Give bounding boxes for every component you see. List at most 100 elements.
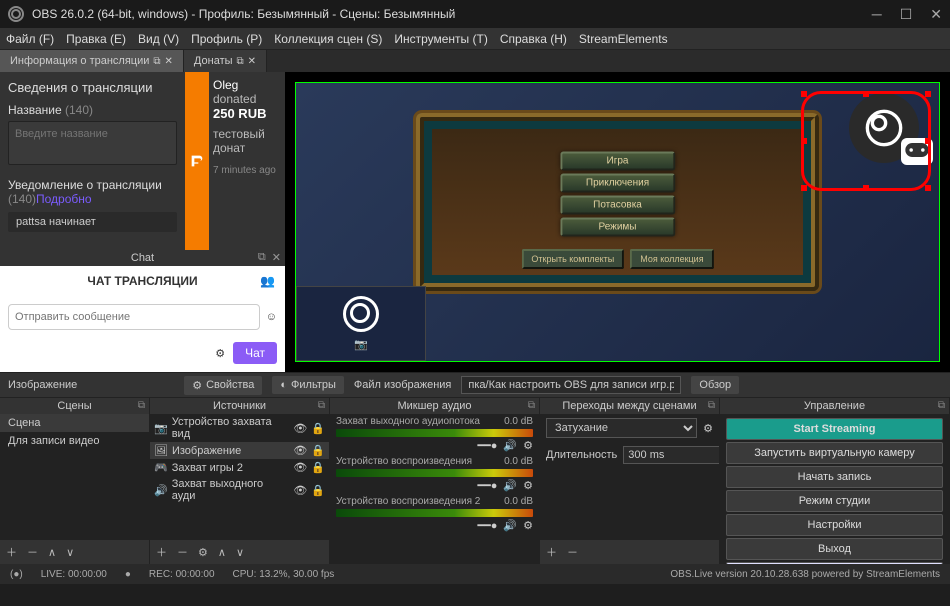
volume-slider[interactable]: ━━● bbox=[478, 439, 498, 452]
browse-button[interactable]: Обзор bbox=[691, 376, 739, 394]
source-up-button[interactable]: ∧ bbox=[218, 546, 226, 559]
add-transition-button[interactable]: ＋ bbox=[546, 544, 557, 560]
version-label: OBS.Live version 20.10.28.638 powered by… bbox=[670, 569, 940, 580]
lock-toggle[interactable]: 🔒 bbox=[311, 422, 325, 435]
settings-button[interactable]: Настройки bbox=[726, 514, 943, 536]
go-live-alert: pattsa начинает bbox=[8, 212, 177, 232]
source-item[interactable]: Захват выходного ауди bbox=[172, 478, 290, 502]
minimize-button[interactable]: ─ bbox=[872, 6, 882, 23]
status-bar: (●) LIVE: 00:00:00 ● REC: 00:00:00 CPU: … bbox=[0, 564, 950, 584]
menu-view[interactable]: Вид (V) bbox=[138, 32, 179, 46]
mute-button[interactable]: 🔊 bbox=[503, 479, 517, 492]
scene-item[interactable]: Для записи видео bbox=[0, 432, 149, 450]
menu-scene-collection[interactable]: Коллекция сцен (S) bbox=[274, 32, 382, 46]
source-props-button[interactable]: ⚙ bbox=[198, 546, 208, 559]
add-source-button[interactable]: ＋ bbox=[156, 544, 167, 560]
scene-up-button[interactable]: ∧ bbox=[48, 546, 56, 559]
close-button[interactable]: ✕ bbox=[930, 6, 942, 23]
scene-item[interactable]: Сцена bbox=[0, 414, 149, 432]
source-item[interactable]: Устройство захвата вид bbox=[172, 416, 290, 440]
menu-help[interactable]: Справка (H) bbox=[500, 32, 567, 46]
remove-source-button[interactable]: － bbox=[177, 544, 188, 560]
chat-dock-header[interactable]: Chat⧉✕ bbox=[0, 250, 285, 266]
transition-select[interactable]: Затухание bbox=[546, 418, 697, 438]
start-streaming-button[interactable]: Start Streaming bbox=[726, 418, 943, 440]
mixer-header[interactable]: Микшер аудио⧉ bbox=[330, 398, 539, 414]
menu-bar: Файл (F) Правка (E) Вид (V) Профиль (P) … bbox=[0, 28, 950, 50]
controls-header[interactable]: Управление⧉ bbox=[720, 398, 949, 414]
tab-donations[interactable]: Донаты⧉✕ bbox=[184, 50, 267, 72]
popout-icon[interactable]: ⧉ bbox=[318, 400, 325, 411]
popout-icon[interactable]: ⧉ bbox=[708, 400, 715, 411]
sources-header[interactable]: Источники⧉ bbox=[150, 398, 329, 414]
mixer-settings-button[interactable]: ⚙ bbox=[523, 519, 533, 532]
hs-collection: Моя коллекция bbox=[630, 249, 713, 269]
chat-settings-icon[interactable]: ⚙ bbox=[215, 347, 225, 360]
start-recording-button[interactable]: Начать запись bbox=[726, 466, 943, 488]
maximize-button[interactable]: ☐ bbox=[900, 6, 913, 23]
start-virtual-cam-button[interactable]: Запустить виртуальную камеру bbox=[726, 442, 943, 464]
visibility-toggle[interactable]: 👁 bbox=[293, 422, 307, 435]
source-down-button[interactable]: ∨ bbox=[236, 546, 244, 559]
emoji-icon[interactable]: ☺ bbox=[266, 311, 277, 323]
tab-stream-info[interactable]: Информация о трансляции⧉✕ bbox=[0, 50, 184, 72]
popout-icon[interactable]: ⧉ bbox=[258, 251, 266, 264]
close-icon[interactable]: ✕ bbox=[165, 56, 173, 67]
scene-down-button[interactable]: ∨ bbox=[66, 546, 74, 559]
lock-toggle[interactable]: 🔒 bbox=[311, 461, 325, 474]
mixer-db: 0.0 dB bbox=[504, 496, 533, 507]
lock-toggle[interactable]: 🔒 bbox=[311, 444, 325, 457]
popout-icon[interactable]: ⧉ bbox=[938, 400, 945, 411]
scenes-list[interactable]: Сцена Для записи видео bbox=[0, 414, 149, 540]
source-item[interactable]: Изображение bbox=[172, 445, 241, 457]
scenes-header[interactable]: Сцены⧉ bbox=[0, 398, 149, 414]
mute-button[interactable]: 🔊 bbox=[503, 439, 517, 452]
visibility-toggle[interactable]: 👁 bbox=[293, 461, 307, 474]
sources-list[interactable]: 📷Устройство захвата вид👁🔒 🖼Изображение👁🔒… bbox=[150, 414, 329, 540]
menu-edit[interactable]: Правка (E) bbox=[66, 32, 126, 46]
preview-area[interactable]: Игра Приключения Потасовка Режимы Открыт… bbox=[285, 72, 950, 372]
close-icon[interactable]: ✕ bbox=[272, 251, 281, 264]
se-support-button[interactable]: StreamElements Live Support bbox=[726, 562, 943, 564]
transitions-panel: Затухание⚙ Длительность bbox=[540, 414, 719, 540]
popout-icon[interactable]: ⧉ bbox=[138, 400, 145, 411]
stream-name-input[interactable] bbox=[8, 121, 177, 165]
menu-profile[interactable]: Профиль (P) bbox=[191, 32, 262, 46]
lock-toggle[interactable]: 🔒 bbox=[311, 484, 325, 497]
menu-tools[interactable]: Инструменты (T) bbox=[394, 32, 487, 46]
remove-transition-button[interactable]: － bbox=[567, 544, 578, 560]
popout-icon[interactable]: ⧉ bbox=[528, 400, 535, 411]
webcam-placeholder: 📷 bbox=[296, 286, 426, 361]
menu-streamelements[interactable]: StreamElements bbox=[579, 32, 668, 46]
viewers-icon[interactable]: 👥 bbox=[260, 274, 275, 288]
transitions-header[interactable]: Переходы между сценами⧉ bbox=[540, 398, 719, 414]
duration-input[interactable] bbox=[623, 446, 719, 464]
volume-slider[interactable]: ━━● bbox=[478, 519, 498, 532]
notify-more-link[interactable]: Подробно bbox=[36, 192, 92, 206]
window-title: OBS 26.0.2 (64-bit, windows) - Профиль: … bbox=[32, 7, 872, 21]
source-selection-box[interactable] bbox=[801, 91, 931, 191]
chat-send-button[interactable]: Чат bbox=[233, 342, 277, 364]
source-item[interactable]: Захват игры 2 bbox=[172, 462, 243, 474]
add-scene-button[interactable]: ＋ bbox=[6, 544, 17, 560]
popout-icon[interactable]: ⧉ bbox=[153, 56, 160, 67]
volume-slider[interactable]: ━━● bbox=[478, 479, 498, 492]
visibility-toggle[interactable]: 👁 bbox=[293, 484, 307, 497]
exit-button[interactable]: Выход bbox=[726, 538, 943, 560]
filters-button[interactable]: ◐ Фильтры bbox=[272, 376, 344, 394]
visibility-toggle[interactable]: 👁 bbox=[293, 444, 307, 457]
menu-file[interactable]: Файл (F) bbox=[6, 32, 54, 46]
studio-mode-button[interactable]: Режим студии bbox=[726, 490, 943, 512]
remove-scene-button[interactable]: － bbox=[27, 544, 38, 560]
transition-props-button[interactable]: ⚙ bbox=[703, 422, 713, 435]
popout-icon[interactable]: ⧉ bbox=[237, 56, 244, 67]
mixer-settings-button[interactable]: ⚙ bbox=[523, 479, 533, 492]
file-path-input[interactable] bbox=[461, 376, 681, 394]
chat-title: ЧАТ ТРАНСЛЯЦИИ👥 bbox=[0, 266, 285, 296]
close-icon[interactable]: ✕ bbox=[248, 56, 256, 67]
properties-button[interactable]: ⚙ Свойства bbox=[184, 376, 262, 395]
chat-message-input[interactable] bbox=[8, 304, 260, 330]
mute-button[interactable]: 🔊 bbox=[503, 519, 517, 532]
notify-counter: (140) bbox=[8, 192, 36, 206]
mixer-settings-button[interactable]: ⚙ bbox=[523, 439, 533, 452]
